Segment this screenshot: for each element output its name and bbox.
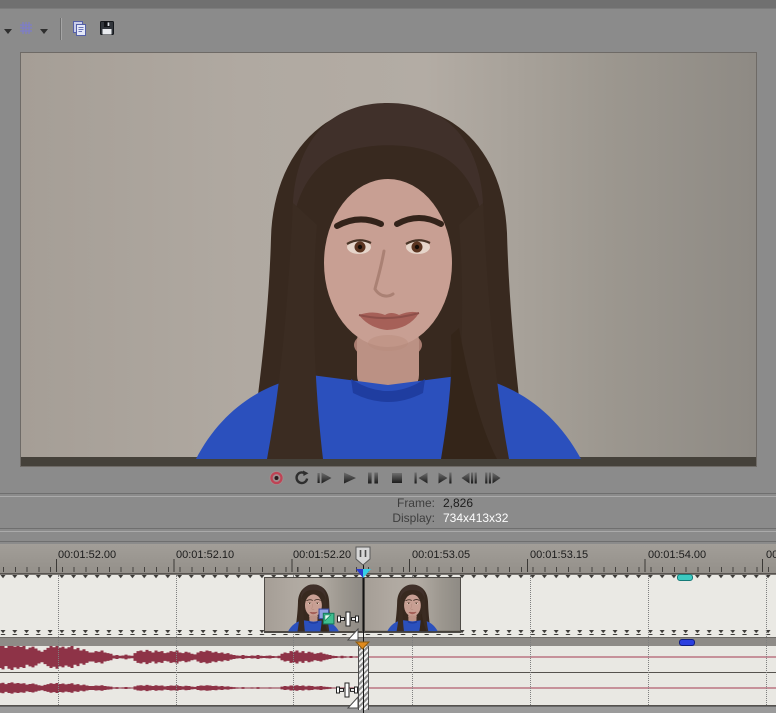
trim-cursor-icon	[336, 682, 358, 703]
frame-value: 2,826	[443, 496, 473, 510]
playhead-handle[interactable]	[354, 546, 373, 567]
timeline-gridline	[766, 575, 767, 705]
pan-crop-icon[interactable]	[318, 608, 335, 630]
play-icon	[340, 470, 358, 486]
timeline-ruler[interactable]: 00:01:52.00 00:01:52.10 00:01:52.20 00:01:5…	[0, 544, 776, 574]
display-value: 734x413x32	[443, 511, 508, 525]
thumbnail-image	[365, 578, 460, 632]
ruler-timecode-label: 00:01:53.05	[412, 549, 470, 561]
ruler-timecode-label: 00:01:52.00	[58, 549, 116, 561]
pause-icon	[364, 470, 382, 486]
transport-controls	[268, 468, 502, 488]
save-snapshot-icon[interactable]	[99, 20, 115, 41]
next-frame-icon	[484, 470, 502, 486]
loop-playback-button[interactable]	[292, 470, 310, 486]
video-preview	[20, 52, 757, 467]
grid-quantize-icon[interactable]	[19, 21, 33, 40]
play-from-start-icon	[316, 470, 334, 486]
dropdown-caret-icon[interactable]	[4, 29, 12, 34]
timeline-gridline	[648, 575, 649, 705]
ruler-timecode-label: 00:01:52.20	[293, 549, 351, 561]
ruler-timecode-label: 00:01:52.10	[176, 549, 234, 561]
timeline-marker-teal[interactable]	[677, 574, 693, 581]
bottom-band	[0, 706, 776, 713]
trim-cursor-icon	[337, 611, 359, 632]
timeline-marker-blue[interactable]	[679, 639, 695, 646]
timeline-gridline	[176, 575, 177, 705]
record-icon	[268, 470, 286, 486]
play-from-start-button[interactable]	[316, 470, 334, 486]
copy-snapshot-icon[interactable]	[71, 20, 88, 41]
display-status: Display: 734x413x32	[389, 511, 508, 526]
ruler-timecode-label: 00:01:53.15	[530, 549, 588, 561]
video-frame-image	[21, 53, 756, 466]
timeline-gridline	[530, 575, 531, 705]
go-to-end-icon	[436, 470, 454, 486]
stop-icon	[388, 470, 406, 486]
next-frame-button[interactable]	[484, 470, 502, 486]
previous-frame-button[interactable]	[460, 470, 478, 486]
play-button[interactable]	[340, 470, 358, 486]
divider	[0, 528, 776, 532]
audio-waveform	[0, 646, 776, 705]
video-editor-window: Frame: 2,826 Display: 734x413x32 00:01:52.…	[0, 0, 776, 713]
frame-label: Frame:	[389, 496, 435, 510]
pause-button[interactable]	[364, 470, 382, 486]
ruler-timecode-label: 00	[766, 549, 776, 561]
preview-toolbar	[0, 9, 776, 47]
go-to-start-icon	[412, 470, 430, 486]
record-button[interactable]	[268, 470, 286, 486]
frame-status: Frame: 2,826	[389, 496, 473, 511]
toolbar-separator	[60, 18, 62, 40]
dropdown-caret-icon[interactable]	[40, 29, 48, 34]
go-to-start-button[interactable]	[412, 470, 430, 486]
previous-frame-icon	[460, 470, 478, 486]
display-label: Display:	[389, 511, 435, 525]
ruler-timecode-label: 00:01:54.00	[648, 549, 706, 561]
loop-playback-icon	[292, 470, 310, 486]
window-top-band	[0, 0, 776, 9]
video-event-thumbnail-right[interactable]	[364, 577, 461, 633]
timeline-gridline	[58, 575, 59, 705]
divider	[0, 493, 776, 497]
go-to-end-button[interactable]	[436, 470, 454, 486]
cursor-position-triangles	[355, 569, 372, 579]
stop-button[interactable]	[388, 470, 406, 486]
audio-event-marker-orange	[355, 641, 370, 650]
